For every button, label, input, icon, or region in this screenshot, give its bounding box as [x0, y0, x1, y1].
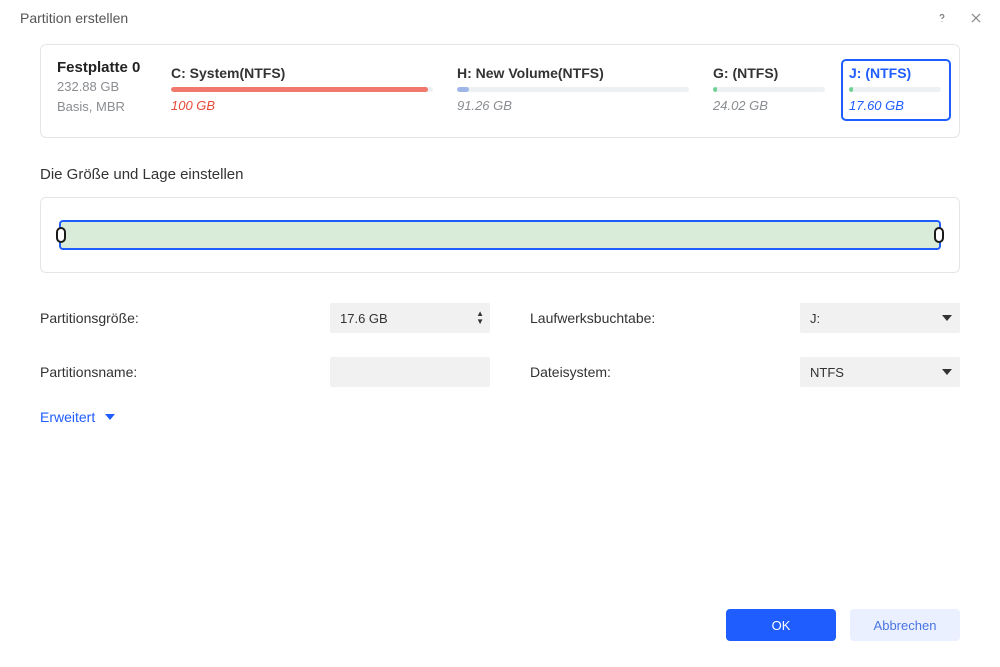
disk-card: Festplatte 0 232.88 GB Basis, MBR C: Sys… — [40, 44, 960, 138]
partition-label: J: (NTFS) — [849, 65, 941, 81]
partition-item[interactable]: H: New Volume(NTFS) 91.26 GB — [449, 59, 699, 121]
partition-label: G: (NTFS) — [713, 65, 825, 81]
size-slider-card — [40, 197, 960, 273]
partition-usage-bar — [713, 87, 825, 92]
disk-size: 232.88 GB — [57, 78, 147, 96]
filesystem-value: NTFS — [810, 365, 844, 380]
cancel-button[interactable]: Abbrechen — [850, 609, 960, 641]
partition-size: 100 GB — [171, 98, 433, 113]
advanced-toggle[interactable]: Erweitert — [40, 409, 115, 425]
partition-usage-bar — [171, 87, 433, 92]
partition-label: H: New Volume(NTFS) — [457, 65, 689, 81]
filesystem-select[interactable]: NTFS — [800, 357, 960, 387]
drive-letter-select[interactable]: J: — [800, 303, 960, 333]
drive-letter-label: Laufwerksbuchtabe: — [530, 310, 760, 326]
advanced-label: Erweitert — [40, 409, 95, 425]
partitions-row: C: System(NTFS) 100 GB H: New Volume(NTFS)… — [163, 59, 951, 121]
partition-size-value: 17.6 GB — [340, 311, 388, 326]
partition-item[interactable]: C: System(NTFS) 100 GB — [163, 59, 443, 121]
title-bar: Partition erstellen — [0, 0, 1000, 34]
disk-type: Basis, MBR — [57, 98, 147, 116]
partition-name-label: Partitionsname: — [40, 364, 290, 380]
chevron-down-icon — [942, 315, 952, 321]
window-title: Partition erstellen — [20, 10, 128, 26]
partition-size: 17.60 GB — [849, 98, 941, 113]
partition-usage-bar — [457, 87, 689, 92]
disk-name: Festplatte 0 — [57, 59, 147, 76]
spinner-down-icon[interactable]: ▼ — [476, 318, 484, 326]
partition-size: 24.02 GB — [713, 98, 825, 113]
size-position-title: Die Größe und Lage einstellen — [40, 166, 960, 183]
slider-grip-right[interactable] — [934, 227, 944, 243]
partition-name-input[interactable] — [330, 357, 490, 387]
partition-slider-track[interactable] — [59, 220, 941, 250]
close-icon[interactable] — [968, 10, 984, 26]
chevron-down-icon — [942, 369, 952, 375]
size-spinner[interactable]: ▲ ▼ — [476, 303, 484, 333]
disk-info: Festplatte 0 232.88 GB Basis, MBR — [57, 59, 147, 116]
partition-item[interactable]: G: (NTFS) 24.02 GB — [705, 59, 835, 121]
filesystem-label: Dateisystem: — [530, 364, 760, 380]
chevron-down-icon — [105, 414, 115, 420]
drive-letter-value: J: — [810, 311, 820, 326]
partition-size-input[interactable]: 17.6 GB ▲ ▼ — [330, 303, 490, 333]
partition-item[interactable]: J: (NTFS) 17.60 GB — [841, 59, 951, 121]
partition-usage-bar — [849, 87, 941, 92]
help-icon[interactable] — [934, 10, 950, 26]
partition-size-label: Partitionsgröße: — [40, 310, 290, 326]
ok-button[interactable]: OK — [726, 609, 836, 641]
partition-label: C: System(NTFS) — [171, 65, 433, 81]
slider-grip-left[interactable] — [56, 227, 66, 243]
partition-size: 91.26 GB — [457, 98, 689, 113]
